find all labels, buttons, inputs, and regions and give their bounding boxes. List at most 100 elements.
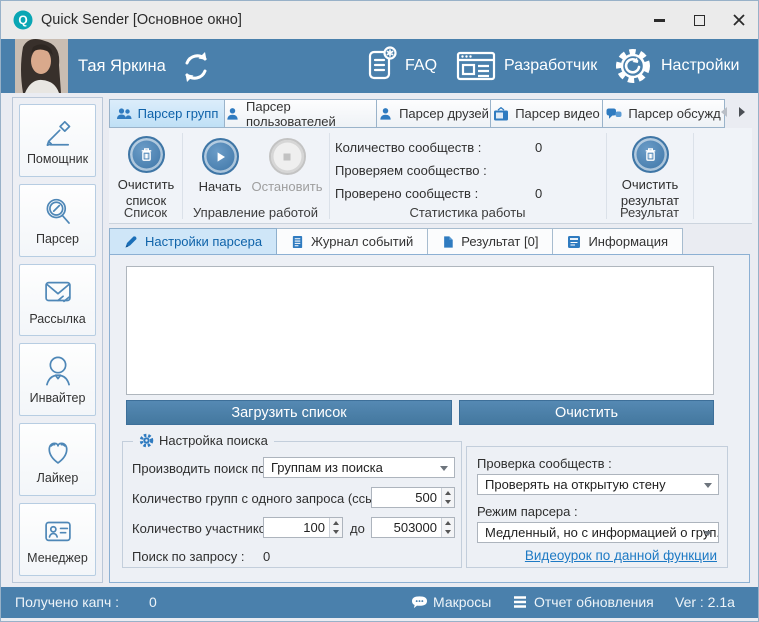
stat-label: Количество сообществ : [335,140,517,155]
stat-value: 0 [535,186,542,201]
subtab-label: Журнал событий [311,234,413,249]
members-to-label: до [350,521,365,536]
minimize-button[interactable] [646,8,672,32]
pen-icon [124,235,138,249]
statusbar: Получено капч : 0 Макросы Отчет обновлен… [1,587,759,618]
sidebar-item-label: Парсер [36,232,79,246]
check-select[interactable]: Проверять на открытую стену [477,474,719,495]
tab-label: Парсер групп [138,106,219,121]
check-label: Проверка сообществ : [477,456,612,471]
mode-label: Режим парсера : [477,504,578,519]
trash-icon [642,146,659,163]
tab-scroll-left[interactable] [721,107,727,117]
faq-icon [367,45,397,87]
tab-parser-groups[interactable]: Парсер групп [109,99,225,128]
tab-parser-friends[interactable]: Парсер друзей [377,99,491,128]
sidebar-item-helper[interactable]: Помощник [19,104,96,177]
sidebar-item-parser[interactable]: Парсер [19,184,96,257]
clear-button[interactable]: Очистить [459,400,714,425]
avatar[interactable] [15,39,68,93]
sidebar-item-liker[interactable]: Лайкер [19,423,96,496]
check-settings-group: Проверка сообществ : Проверять на открыт… [466,446,728,568]
groups-per-query-label: Количество групп с одного запроса (ссылк… [132,491,407,506]
info-panel-icon [567,235,581,249]
close-icon [733,14,745,26]
clear-label: Очистить [555,405,618,421]
start-label: Начать [199,179,242,195]
maximize-button[interactable] [686,8,712,32]
start-button[interactable]: Начать [193,138,247,195]
nav-settings-label: Настройки [661,57,739,75]
sidebar-item-label: Инвайтер [30,391,86,405]
spin-down-icon[interactable] [330,528,342,538]
clear-result-button[interactable]: Очистить результат [609,136,691,210]
sidebar-item-mailing[interactable]: Рассылка [19,264,96,337]
group-label-list: Список [109,205,182,220]
subtab-label: Настройки парсера [145,234,262,249]
stop-icon [279,149,295,165]
captcha-label: Получено капч : [15,587,119,618]
scroll-left-icon [721,107,727,117]
tab-parser-discussions[interactable]: Парсер обсужд [603,99,725,128]
members-max-input[interactable]: 503000 [371,517,455,538]
load-list-button[interactable]: Загрузить список [126,400,452,425]
sub-tabbar: Настройки парсера Журнал событий Результ… [109,228,683,255]
tv-icon [493,107,509,121]
person-icon [39,354,77,388]
user-icon [225,107,240,121]
id-card-icon [39,514,77,548]
content-area: Парсер групп Парсер пользователей Парсер… [109,93,752,587]
nav-faq[interactable]: FAQ [367,39,437,93]
refresh-icon[interactable] [179,50,213,84]
search-by-select[interactable]: Группам из поиска [263,457,455,478]
close-button[interactable] [726,8,752,32]
tab-scroll-right[interactable] [739,107,745,117]
sidebar-item-inviter[interactable]: Инвайтер [19,343,96,416]
spinner-buttons[interactable] [441,488,454,507]
subtab-result[interactable]: Результат [0] [428,228,553,255]
sidebar-item-label: Рассылка [29,312,85,326]
nav-developer-label: Разработчик [504,57,597,75]
tab-label: Парсер друзей [399,106,489,121]
subtab-information[interactable]: Информация [553,228,683,255]
video-tutorial-link[interactable]: Видеоурок по данной функции [525,548,717,563]
stats-block: Количество сообществ : 0 Проверяем сообщ… [335,136,542,205]
spin-down-icon[interactable] [442,528,454,538]
stat-value: 0 [535,140,542,155]
parser-settings-panel: Загрузить список Очистить Настройка поис… [109,254,750,583]
mode-select[interactable]: Медленный, но с информацией о груп... [477,522,719,543]
gear-icon [139,433,154,448]
stop-button[interactable]: Остановить [249,138,325,195]
tab-parser-users[interactable]: Парсер пользователей [225,99,377,128]
window-title: Quick Sender [Основное окно] [41,1,242,39]
groups-per-query-input[interactable]: 500 [371,487,455,508]
macros-item[interactable]: Макросы [433,587,491,618]
members-min-input[interactable]: 100 [263,517,343,538]
user-name: Тая Яркина [78,39,166,93]
nav-settings[interactable]: Настройки [613,39,739,93]
spinner-buttons[interactable] [441,518,454,537]
spin-down-icon[interactable] [442,498,454,508]
group-label-stats: Статистика работы [329,205,606,220]
spin-up-icon[interactable] [442,518,454,528]
stat-row: Количество сообществ : 0 [335,136,542,159]
titlebar[interactable]: Q Quick Sender [Основное окно] [1,1,759,39]
envelope-icon [39,275,77,309]
clear-list-button[interactable]: Очистить список [112,136,180,210]
tab-label: Парсер обсужд [628,106,720,121]
subtab-parser-settings[interactable]: Настройки парсера [109,228,277,255]
stat-label: Проверяем сообщество : [335,163,517,178]
tab-parser-video[interactable]: Парсер видео [491,99,603,128]
spinner-buttons[interactable] [329,518,342,537]
spin-up-icon[interactable] [330,518,342,528]
update-report-item[interactable]: Отчет обновления [534,587,654,618]
sidebar-item-manager[interactable]: Менеджер [19,503,96,576]
group-list-textarea[interactable] [126,266,714,395]
nav-developer[interactable]: Разработчик [456,39,597,93]
people-icon [116,107,132,121]
subtab-event-log[interactable]: Журнал событий [277,228,428,255]
members-min-value: 100 [264,518,329,537]
developer-icon [456,50,496,82]
spin-up-icon[interactable] [442,488,454,498]
search-settings-legend: Настройка поиска [133,433,274,448]
